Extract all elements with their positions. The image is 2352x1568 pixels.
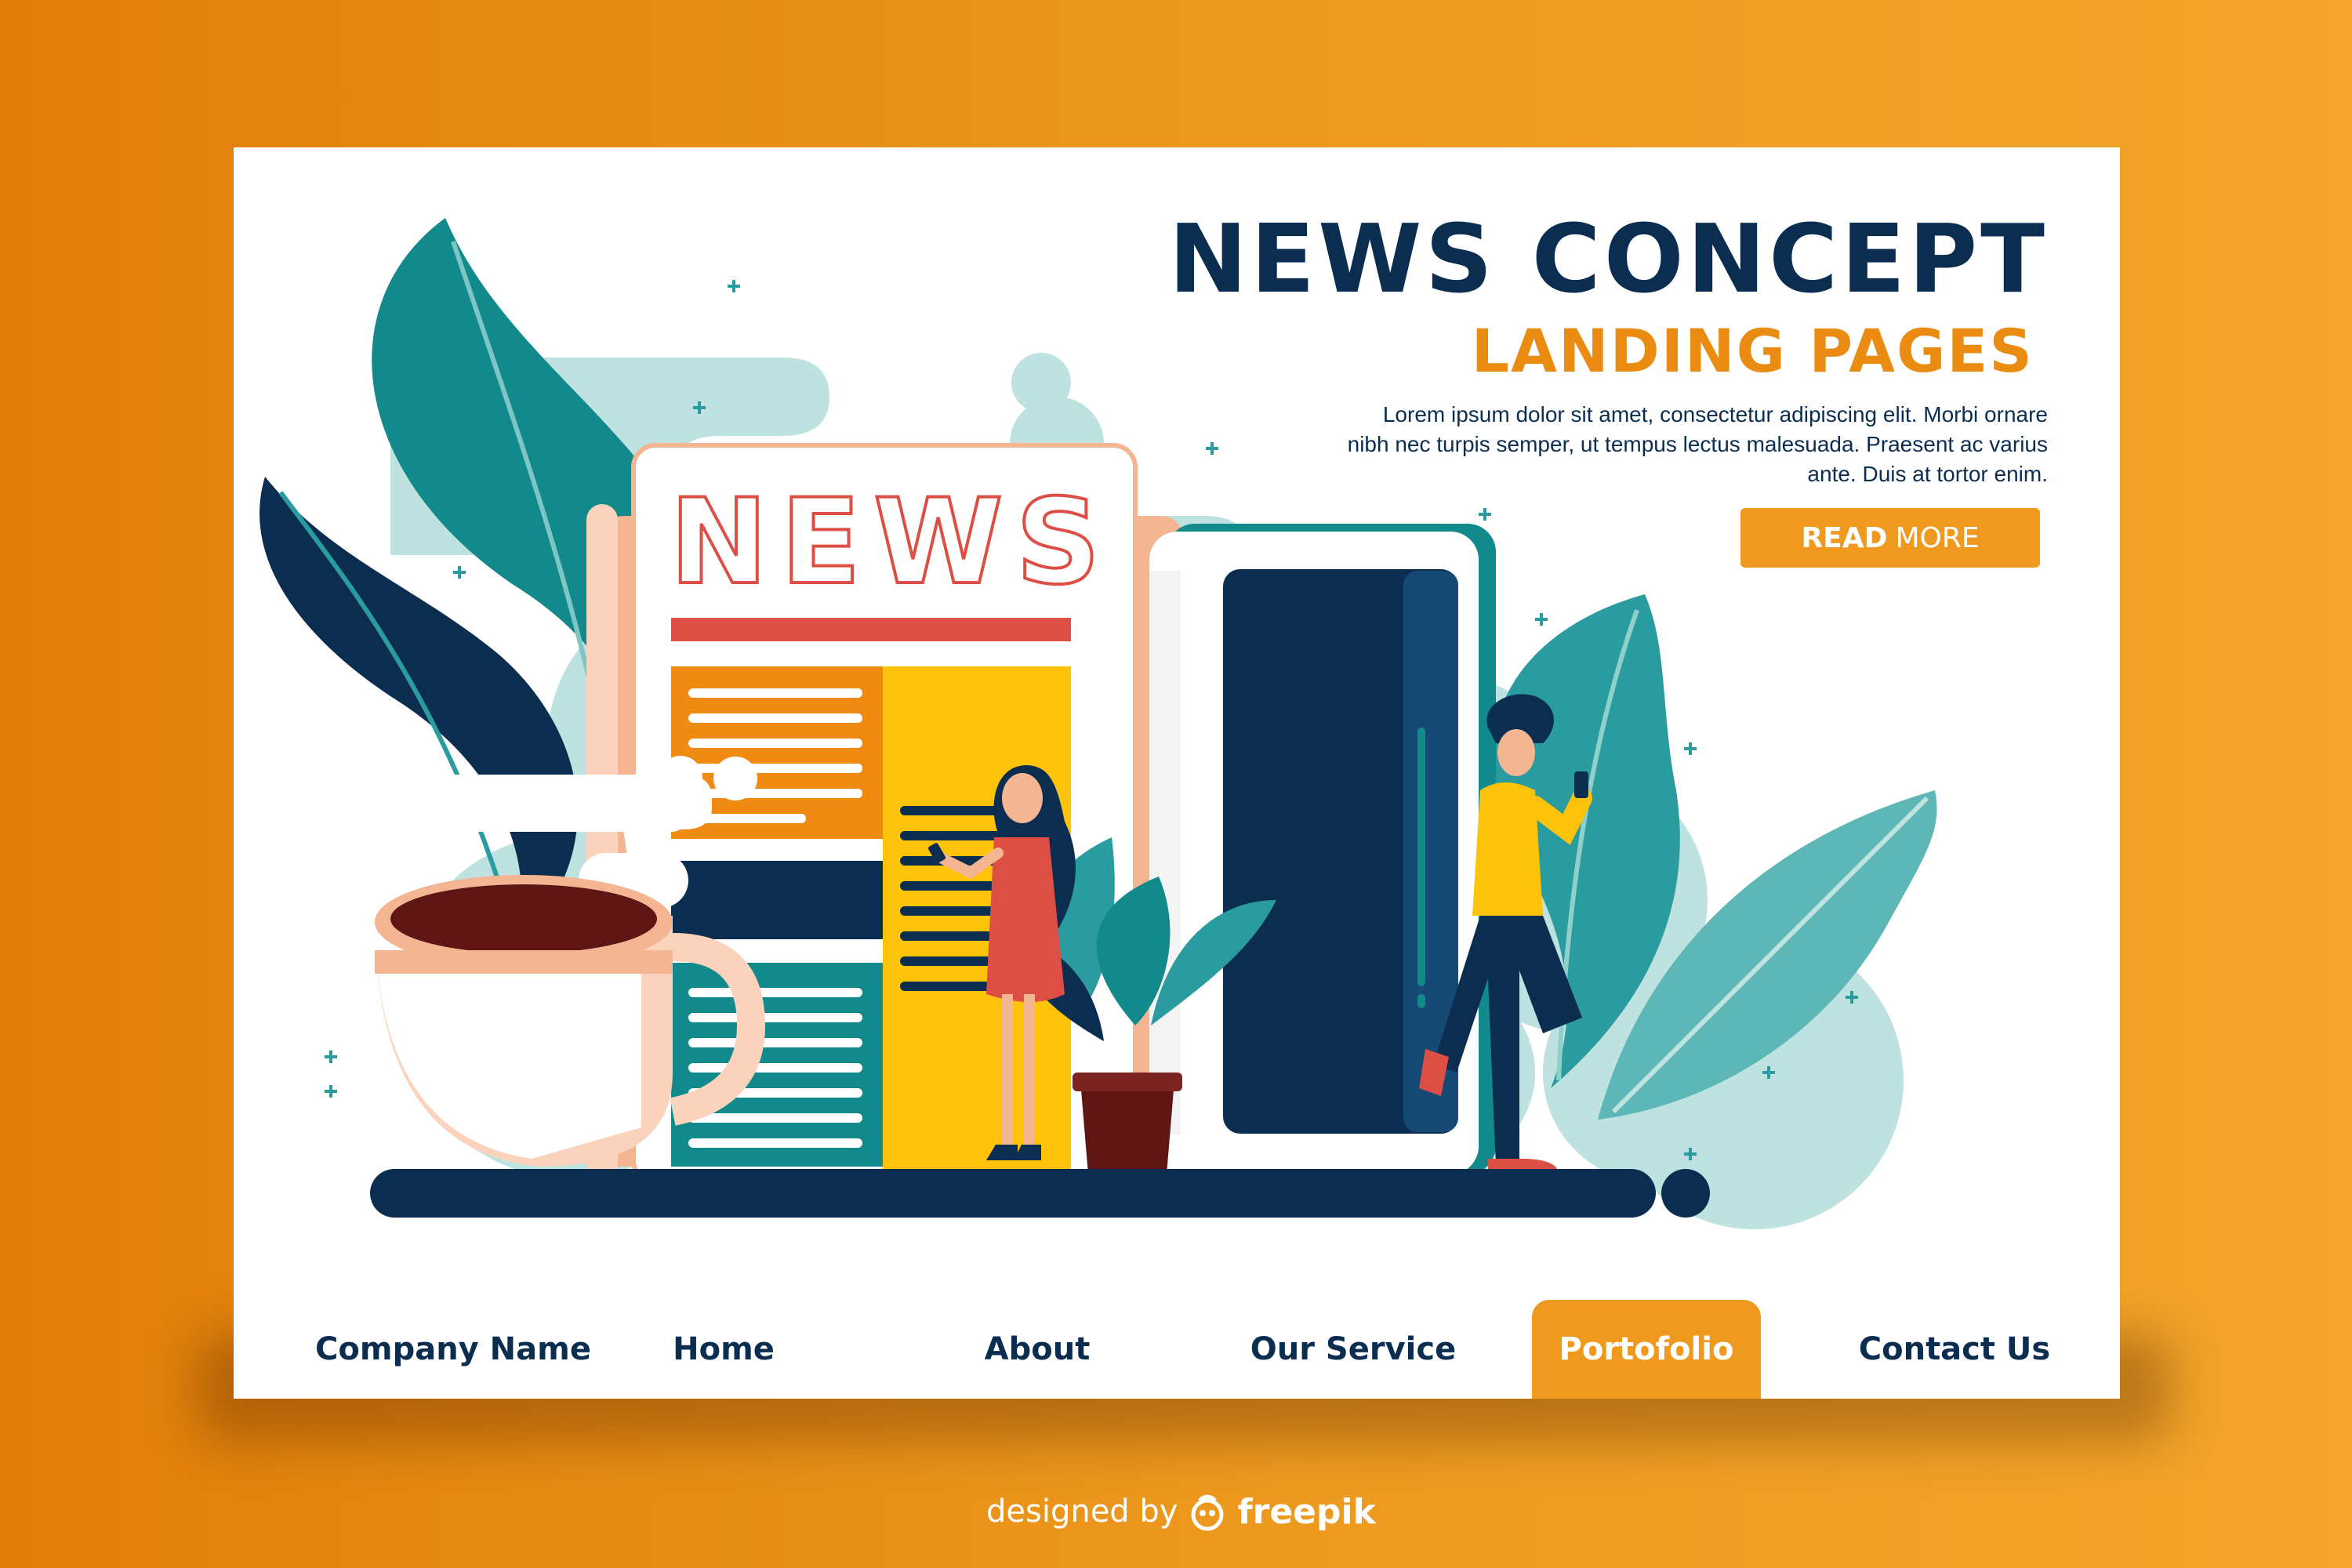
ground-shelf	[370, 1169, 1710, 1218]
company-name: Company Name	[315, 1331, 591, 1367]
read-more-button[interactable]: READ MORE	[1740, 508, 2040, 568]
nav-item-about[interactable]: About	[943, 1300, 1131, 1399]
read-more-label-bold: READ	[1801, 521, 1888, 554]
read-more-label-light: MORE	[1895, 521, 1980, 554]
nav-item-our-service[interactable]: Our Service	[1236, 1300, 1471, 1399]
hero-description: Lorem ipsum dolor sit amet, consectetur …	[1347, 402, 2048, 486]
coffee-cup	[375, 756, 766, 1167]
designer-credit: designed by freepik	[986, 1486, 1376, 1537]
freepik-logo-icon	[1191, 1494, 1224, 1531]
hero-subtitle: LANDING PAGES	[1471, 316, 2034, 386]
nav-item-contact-us[interactable]: Contact Us	[1833, 1300, 2076, 1399]
newspaper-headline: NEWS	[670, 474, 1113, 611]
landing-page-card: NEWS NEWS CONCEPT LANDING PAGES Lorem ip…	[234, 147, 2120, 1399]
bottom-navigation: Company Name Home About Our Service Port…	[234, 1300, 2120, 1399]
nav-item-home[interactable]: Home	[630, 1300, 818, 1399]
hero-title: NEWS CONCEPT	[1168, 205, 2048, 314]
nav-item-portofolio[interactable]: Portofolio	[1532, 1300, 1761, 1399]
credit-prefix: designed by	[986, 1494, 1178, 1530]
credit-brand: freepik	[1237, 1491, 1376, 1532]
